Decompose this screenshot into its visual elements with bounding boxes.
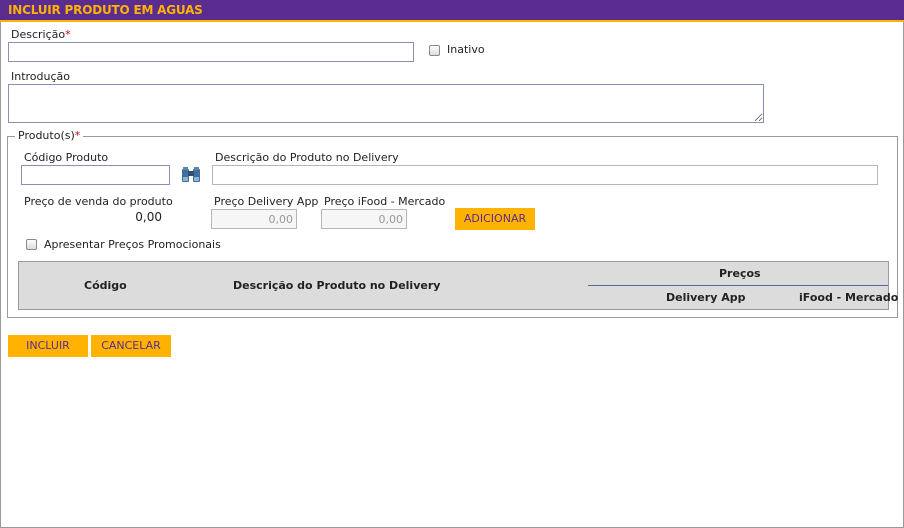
products-table-header: Código Descrição do Produto no Delivery … <box>18 261 898 310</box>
descricao-input[interactable] <box>8 42 414 62</box>
col-delivery-app: Delivery App <box>666 291 746 304</box>
col-ifood-mercado: iFood - Mercado <box>799 291 899 304</box>
descricao-label: Descrição <box>11 28 66 41</box>
incluir-button[interactable]: INCLUIR <box>8 335 88 357</box>
preco-venda-value: 0,00 <box>135 210 162 224</box>
search-product-button[interactable] <box>179 164 203 186</box>
required-mark: * <box>65 28 71 41</box>
col-precos: Preços <box>719 267 761 280</box>
descricao-label-wrap: Descrição* <box>11 28 71 41</box>
promocionais-label: Apresentar Preços Promocionais <box>44 238 221 251</box>
promocionais-checkbox[interactable] <box>26 239 37 250</box>
preco-ifood-label: Preço iFood - Mercado <box>324 195 446 208</box>
produtos-required-mark: * <box>74 129 81 142</box>
preco-ifood-input[interactable] <box>321 209 407 229</box>
preco-delivery-input[interactable] <box>211 209 297 229</box>
adicionar-button[interactable]: ADICIONAR <box>455 208 535 230</box>
col-codigo: Código <box>84 279 127 292</box>
codigo-produto-label: Código Produto <box>24 151 109 164</box>
precos-divider <box>588 285 888 286</box>
preco-delivery-label: Preço Delivery App <box>214 195 319 208</box>
codigo-produto-input[interactable] <box>21 165 170 185</box>
cancelar-button[interactable]: CANCELAR <box>91 335 171 357</box>
title-bar: INCLUIR PRODUTO EM AGUAS <box>0 0 904 22</box>
col-descricao: Descrição do Produto no Delivery <box>233 279 441 292</box>
inativo-label: Inativo <box>447 43 485 56</box>
descricao-delivery-input[interactable] <box>212 165 878 185</box>
produtos-legend: Produto(s)* <box>15 129 84 142</box>
inativo-checkbox[interactable] <box>429 45 440 56</box>
dialog-title: INCLUIR PRODUTO EM AGUAS <box>8 3 203 17</box>
preco-venda-label: Preço de venda do produto <box>24 195 173 208</box>
descricao-delivery-label: Descrição do Produto no Delivery <box>215 151 399 164</box>
binoculars-icon <box>182 167 200 182</box>
introducao-label: Introdução <box>11 70 71 83</box>
introducao-textarea[interactable] <box>8 84 764 123</box>
produtos-legend-label: Produto(s) <box>18 129 75 142</box>
